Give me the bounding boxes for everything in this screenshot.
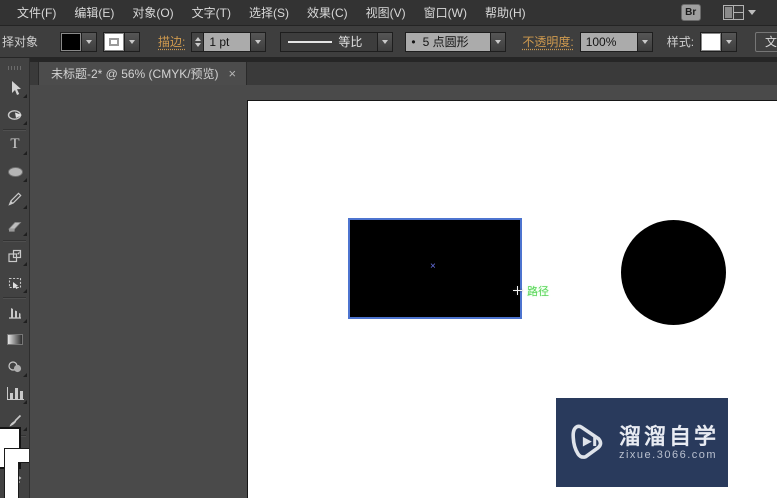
chevron-down-icon bbox=[747, 10, 756, 15]
menu-edit[interactable]: 编辑(E) bbox=[65, 4, 123, 21]
pencil-tool-icon[interactable] bbox=[0, 185, 29, 212]
menu-object[interactable]: 对象(O) bbox=[123, 4, 182, 21]
stroke-panel-link[interactable]: 描边: bbox=[158, 33, 185, 50]
control-bar: 择对象 描边: 1 pt 等比 • 5 点圆形 不透明度: 100% 样式: 文 bbox=[0, 26, 777, 58]
circle-shape[interactable] bbox=[621, 220, 726, 325]
opacity-control[interactable]: 100% bbox=[579, 31, 653, 52]
fill-color-swatch[interactable] bbox=[61, 32, 82, 51]
type-tool-icon[interactable]: T bbox=[0, 131, 29, 158]
blend-tool-icon[interactable] bbox=[0, 353, 29, 380]
watermark: 溜溜自学 zixue.3066.com bbox=[556, 398, 728, 487]
fill-color-control[interactable] bbox=[60, 31, 98, 52]
workspace-switcher[interactable] bbox=[722, 5, 756, 20]
bridge-icon[interactable]: Br bbox=[680, 4, 701, 21]
document-setup-button[interactable]: 文档设置 bbox=[755, 31, 777, 52]
smart-guide-label: 路径 bbox=[527, 286, 549, 298]
stroke-color-swatch[interactable] bbox=[104, 32, 125, 51]
stroke-profile-value: 等比 bbox=[338, 35, 363, 49]
workspace-layout-icon bbox=[722, 5, 744, 20]
document-tab[interactable]: 未标题-2* @ 56% (CMYK/预览) × bbox=[38, 62, 248, 85]
document-tab-title: 未标题-2* @ 56% (CMYK/预览) bbox=[51, 67, 219, 81]
gradient-tool-icon[interactable] bbox=[0, 326, 29, 353]
watermark-url: zixue.3066.com bbox=[618, 449, 718, 462]
stroke-weight-control[interactable]: 1 pt bbox=[191, 31, 267, 52]
opacity-field[interactable]: 100% bbox=[580, 32, 637, 51]
menu-view[interactable]: 视图(V) bbox=[357, 4, 415, 21]
style-control[interactable] bbox=[700, 31, 738, 52]
play-logo-icon bbox=[571, 423, 603, 459]
main-area: 未标题-2* @ 56% (CMYK/预览) × T × 路径 溜溜自学 zix… bbox=[0, 58, 777, 498]
pen-cursor-icon bbox=[513, 286, 522, 295]
opacity-dropdown[interactable] bbox=[636, 32, 652, 51]
brush-definition-dropdown[interactable] bbox=[490, 32, 506, 51]
stroke-profile-preview bbox=[288, 40, 333, 43]
document-tab-bar: 未标题-2* @ 56% (CMYK/预览) × bbox=[30, 58, 777, 85]
style-dropdown[interactable] bbox=[721, 32, 737, 51]
style-swatch[interactable] bbox=[701, 32, 722, 51]
stroke-color-control[interactable] bbox=[103, 31, 141, 52]
fill-dropdown-button[interactable] bbox=[81, 32, 97, 51]
ellipse-tool-icon[interactable] bbox=[0, 158, 29, 185]
column-graph-tool-icon[interactable] bbox=[0, 380, 29, 407]
perspective-grid-tool-icon[interactable] bbox=[0, 299, 29, 326]
lasso-selection-tool-icon[interactable] bbox=[0, 101, 29, 128]
opacity-panel-link[interactable]: 不透明度: bbox=[522, 33, 573, 50]
stroke-dropdown-button[interactable] bbox=[124, 32, 140, 51]
mode-label: 择对象 bbox=[2, 35, 39, 49]
menu-help[interactable]: 帮助(H) bbox=[476, 4, 535, 21]
style-label: 样式: bbox=[666, 35, 695, 49]
menu-select[interactable]: 选择(S) bbox=[240, 4, 298, 21]
close-icon[interactable]: × bbox=[229, 67, 237, 80]
tools-panel: T bbox=[0, 58, 30, 498]
menu-effect[interactable]: 效果(C) bbox=[298, 4, 357, 21]
menu-file[interactable]: 文件(F) bbox=[8, 4, 65, 21]
brush-bullet-icon: • bbox=[411, 34, 416, 49]
artboard-tool-icon[interactable] bbox=[0, 269, 29, 296]
stroke-profile-dropdown[interactable] bbox=[377, 32, 393, 51]
selection-tool-icon[interactable] bbox=[0, 74, 29, 101]
menu-type[interactable]: 文字(T) bbox=[183, 4, 240, 21]
panel-grip[interactable] bbox=[7, 66, 22, 70]
brush-definition-control[interactable]: • 5 点圆形 bbox=[405, 31, 507, 52]
stroke-profile-control[interactable]: 等比 bbox=[280, 31, 394, 52]
stroke-weight-dropdown[interactable] bbox=[250, 32, 266, 51]
watermark-title: 溜溜自学 bbox=[618, 423, 719, 449]
stroke-swatch[interactable] bbox=[4, 448, 29, 498]
free-transform-tool-icon[interactable] bbox=[0, 242, 29, 269]
menu-bar: 文件(F) 编辑(E) 对象(O) 文字(T) 选择(S) 效果(C) 视图(V… bbox=[0, 0, 777, 26]
menu-window[interactable]: 窗口(W) bbox=[415, 4, 476, 21]
rectangle-center-anchor: × bbox=[430, 261, 436, 272]
eraser-tool-icon[interactable] bbox=[0, 212, 29, 239]
stroke-weight-field[interactable]: 1 pt bbox=[204, 32, 251, 51]
stroke-weight-stepper[interactable] bbox=[192, 32, 205, 51]
brush-definition-value: 5 点圆形 bbox=[422, 35, 469, 49]
